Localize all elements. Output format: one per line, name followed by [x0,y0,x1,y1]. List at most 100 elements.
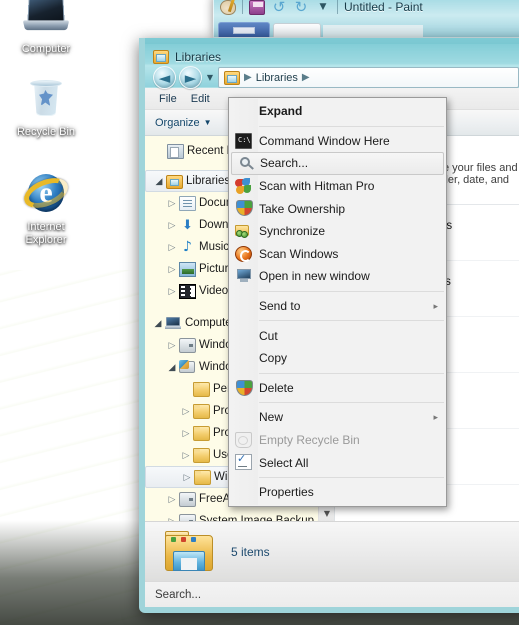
menu-item-label: Synchronize [259,224,326,239]
twisty-collapsed-icon[interactable]: ▷ [179,406,193,417]
desktop-icon-label: Computer [21,43,71,55]
menu-item-select-all[interactable]: Select All [229,451,446,474]
menu-item-expand[interactable]: Expand [229,100,446,123]
context-menu[interactable]: Expand Command Window Here Search... Sca… [228,97,447,507]
twisty-collapsed-icon[interactable]: ▷ [180,472,194,483]
music-icon: ♪ [183,238,192,255]
desktop-icon-internet-explorer[interactable]: e Internet Explorer [4,170,88,247]
menu-item-synchronize[interactable]: Synchronize [229,220,446,243]
twisty-collapsed-icon[interactable]: ▷ [179,428,193,439]
drive-icon [179,513,196,521]
documents-icon [179,195,196,211]
paint-tab-row[interactable] [218,20,423,37]
menu-separator [259,476,444,478]
menu-item-label: Select All [259,455,309,470]
paint-file-tab[interactable] [218,22,270,37]
recycle-bin-small-icon [235,431,252,448]
menu-edit[interactable]: Edit [191,93,210,105]
drive-icon [179,337,196,353]
drive-icon [179,491,196,507]
breadcrumb-libraries[interactable]: Libraries [256,72,298,84]
recent-pages-dropdown-icon[interactable]: ▼ [205,73,215,82]
menu-separator [259,320,444,322]
menu-item-new[interactable]: New ▸ [229,406,446,429]
twisty-collapsed-icon[interactable]: ▷ [165,494,179,505]
breadcrumb-separator-icon[interactable]: ▶ [302,72,310,83]
menu-item-open-in-new-window[interactable]: Open in new window [229,265,446,288]
folder-icon [193,403,210,419]
twisty-collapsed-icon[interactable]: ▷ [179,450,193,461]
desktop-icon-recycle-bin[interactable]: Recycle Bin [4,75,88,139]
organize-button[interactable]: Organize [155,117,200,129]
paint-palette-icon[interactable] [220,0,236,15]
menu-item-delete[interactable]: Delete [229,377,446,400]
desktop: Computer Recycle Bin e Internet Explorer… [0,0,519,625]
twisty-expanded-icon[interactable]: ◢ [151,318,165,329]
menu-item-take-ownership[interactable]: Take Ownership [229,197,446,220]
twisty-collapsed-icon[interactable]: ▷ [165,286,179,297]
menu-separator [259,402,444,404]
menu-item-scan-with-hitman-pro[interactable]: Scan with Hitman Pro [229,175,446,198]
desktop-icon-computer[interactable]: Computer [4,0,88,56]
twisty-collapsed-icon[interactable]: ▷ [165,198,179,209]
search-input-placeholder[interactable]: Search... [155,589,201,601]
menu-item-scan-windows[interactable]: Scan Windows [229,243,446,266]
libraries-icon [224,70,240,85]
address-bar[interactable]: ▶ Libraries ▶ [218,67,519,88]
menu-item-properties[interactable]: Properties [229,481,446,504]
new-window-icon [235,268,252,284]
computer-icon [165,316,182,331]
save-icon[interactable] [249,0,265,15]
twisty-collapsed-icon[interactable]: ▷ [165,242,179,253]
menu-file[interactable]: File [159,93,177,105]
twisty-collapsed-icon[interactable]: ▷ [165,220,179,231]
paint-view-tab[interactable] [323,25,423,37]
recent-places-icon [167,143,184,159]
menu-item-label: Open in new window [259,269,370,284]
computer-icon [22,0,70,40]
libraries-icon [166,174,183,189]
forward-button[interactable]: ► [179,66,202,89]
menu-item-label: Delete [259,380,294,395]
scroll-down-arrow-icon[interactable]: ▼ [319,505,334,521]
chevron-right-icon: ▸ [433,300,438,311]
paint-home-tab[interactable] [273,23,321,37]
twisty-expanded-icon[interactable]: ◢ [165,362,179,373]
navigation-bar[interactable]: ◄ ► ▼ ▶ Libraries ▶ [145,65,519,89]
menu-item-search[interactable]: Search... [231,152,444,175]
hitman-pro-icon [235,177,252,194]
twisty-collapsed-icon[interactable]: ▷ [165,264,179,275]
menu-item-send-to[interactable]: Send to ▸ [229,295,446,318]
twisty-expanded-icon[interactable]: ◢ [152,176,166,187]
item-count-status: 5 items [231,544,270,559]
explorer-title-bar[interactable]: Libraries ◄ ► ▼ ▶ Libraries ▶ [145,38,519,89]
downloads-icon: ⬇ [182,217,193,233]
search-box[interactable]: Search... [145,581,519,607]
folder-icon [193,425,210,441]
breadcrumb-separator-icon[interactable]: ▶ [244,72,252,83]
scan-windows-icon [235,245,252,262]
paint-title: Untitled - Paint [344,0,423,14]
menu-item-label: Command Window Here [259,133,390,148]
undo-icon[interactable]: ↺ [271,0,287,15]
details-pane: 5 items [145,521,519,581]
back-button[interactable]: ◄ [153,66,176,89]
menu-item-empty-recycle-bin: Empty Recycle Bin [229,429,446,452]
twisty-collapsed-icon[interactable]: ▷ [165,340,179,351]
redo-icon[interactable]: ↻ [293,0,309,15]
tree-item-system-image-backup[interactable]: ▷ System Image Backup (H:) [145,510,334,521]
twisty-collapsed-icon[interactable]: ▷ [165,516,179,522]
chevron-down-icon[interactable]: ▼ [315,0,331,15]
menu-item-command-window-here[interactable]: Command Window Here [229,130,446,153]
paint-window[interactable]: ↺ ↻ ▼ Untitled - Paint [213,0,519,38]
chevron-down-icon[interactable]: ▼ [204,118,212,127]
menu-separator [259,372,444,374]
explorer-title: Libraries [145,44,519,64]
menu-item-label: Take Ownership [259,201,346,216]
menu-item-copy[interactable]: Copy [229,347,446,370]
menu-item-cut[interactable]: Cut [229,324,446,347]
divider [337,0,338,14]
recycle-bin-icon [22,75,70,123]
menu-item-label: Scan Windows [259,246,339,261]
folder-icon [194,469,211,485]
